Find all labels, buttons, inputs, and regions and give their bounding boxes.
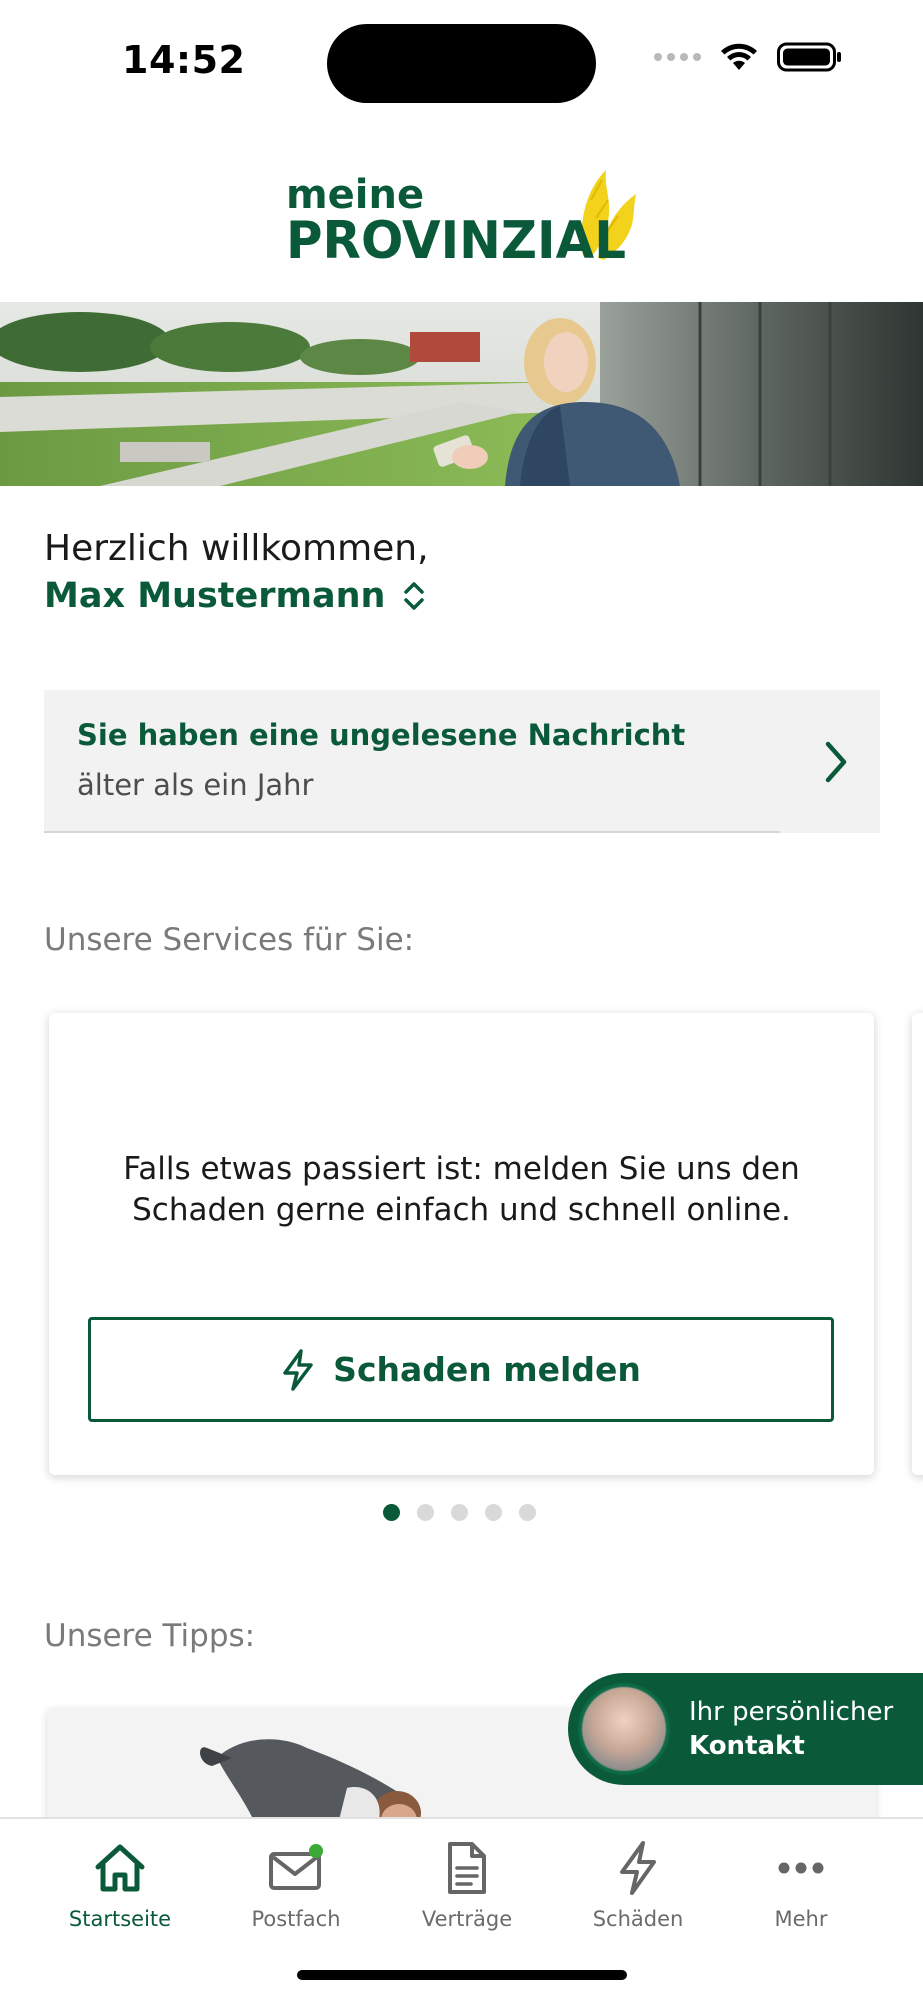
next-service-card[interactable] bbox=[912, 1013, 923, 1475]
document-icon bbox=[448, 1842, 486, 1894]
personal-contact-button[interactable]: Ihr persönlicher Kontakt bbox=[568, 1673, 923, 1785]
tab-mehr[interactable]: Mehr bbox=[726, 1837, 876, 1931]
chevron-right-icon bbox=[825, 741, 847, 783]
tips-title: Unsere Tipps: bbox=[44, 1618, 256, 1654]
pager-dot[interactable] bbox=[383, 1504, 400, 1521]
lightning-icon bbox=[620, 1841, 656, 1895]
services-title: Unsere Services für Sie: bbox=[44, 922, 415, 958]
lightning-icon bbox=[283, 1348, 313, 1391]
message-subtitle: älter als ein Jahr bbox=[77, 768, 314, 802]
contact-label-bold: Kontakt bbox=[689, 1731, 805, 1761]
svg-text:PROVINZIAL: PROVINZIAL bbox=[286, 211, 626, 270]
notification-badge bbox=[309, 1844, 323, 1858]
tab-label: Mehr bbox=[774, 1907, 828, 1931]
chevron-up-down-icon bbox=[404, 582, 425, 610]
more-icon bbox=[778, 1862, 824, 1874]
carousel-pager bbox=[383, 1504, 536, 1521]
dynamic-island bbox=[327, 24, 596, 103]
message-title: Sie haben eine ungelesene Nachricht bbox=[77, 718, 686, 752]
tab-label: Schäden bbox=[592, 1907, 684, 1931]
status-icons bbox=[654, 42, 843, 72]
report-damage-button[interactable]: Schaden melden bbox=[88, 1317, 834, 1422]
cellular-signal-icon bbox=[654, 53, 701, 61]
status-time: 14:52 bbox=[122, 38, 246, 82]
mail-icon bbox=[269, 1844, 323, 1890]
tab-startseite[interactable]: Startseite bbox=[45, 1837, 195, 1931]
tab-label: Startseite bbox=[68, 1907, 172, 1931]
pager-dot[interactable] bbox=[519, 1504, 536, 1521]
tab-label: Postfach bbox=[251, 1907, 341, 1931]
battery-icon bbox=[777, 42, 841, 72]
home-icon bbox=[95, 1844, 145, 1892]
tab-schaeden[interactable]: Schäden bbox=[563, 1837, 713, 1931]
contact-label: Ihr persönlicher bbox=[689, 1697, 894, 1727]
status-bar: 14:52 bbox=[0, 0, 923, 118]
tab-postfach[interactable]: Postfach bbox=[221, 1837, 371, 1931]
service-card-text: Falls etwas passiert ist: melden Sie uns… bbox=[123, 1151, 800, 1228]
user-switcher[interactable]: Max Mustermann bbox=[44, 576, 427, 616]
avatar bbox=[578, 1683, 670, 1775]
report-damage-button-label: Schaden melden bbox=[333, 1350, 641, 1389]
tab-bar: Startseite Postfach Verträge Schäden Meh… bbox=[0, 1817, 923, 2000]
provinzial-logo: meine PROVINZIAL bbox=[286, 160, 646, 271]
welcome-greeting: Herzlich willkommen, bbox=[44, 528, 429, 569]
user-name: Max Mustermann bbox=[44, 576, 386, 616]
pager-dot[interactable] bbox=[451, 1504, 468, 1521]
unread-message-card[interactable]: Sie haben eine ungelesene Nachricht älte… bbox=[44, 690, 880, 833]
hero-image bbox=[0, 302, 923, 486]
pager-dot[interactable] bbox=[485, 1504, 502, 1521]
divider bbox=[44, 831, 780, 833]
tab-vertraege[interactable]: Verträge bbox=[392, 1837, 542, 1931]
pager-dot[interactable] bbox=[417, 1504, 434, 1521]
wifi-icon bbox=[721, 43, 757, 70]
tab-label: Verträge bbox=[421, 1907, 513, 1931]
service-card: Falls etwas passiert ist: melden Sie uns… bbox=[49, 1013, 874, 1475]
home-indicator[interactable] bbox=[297, 1970, 627, 1980]
